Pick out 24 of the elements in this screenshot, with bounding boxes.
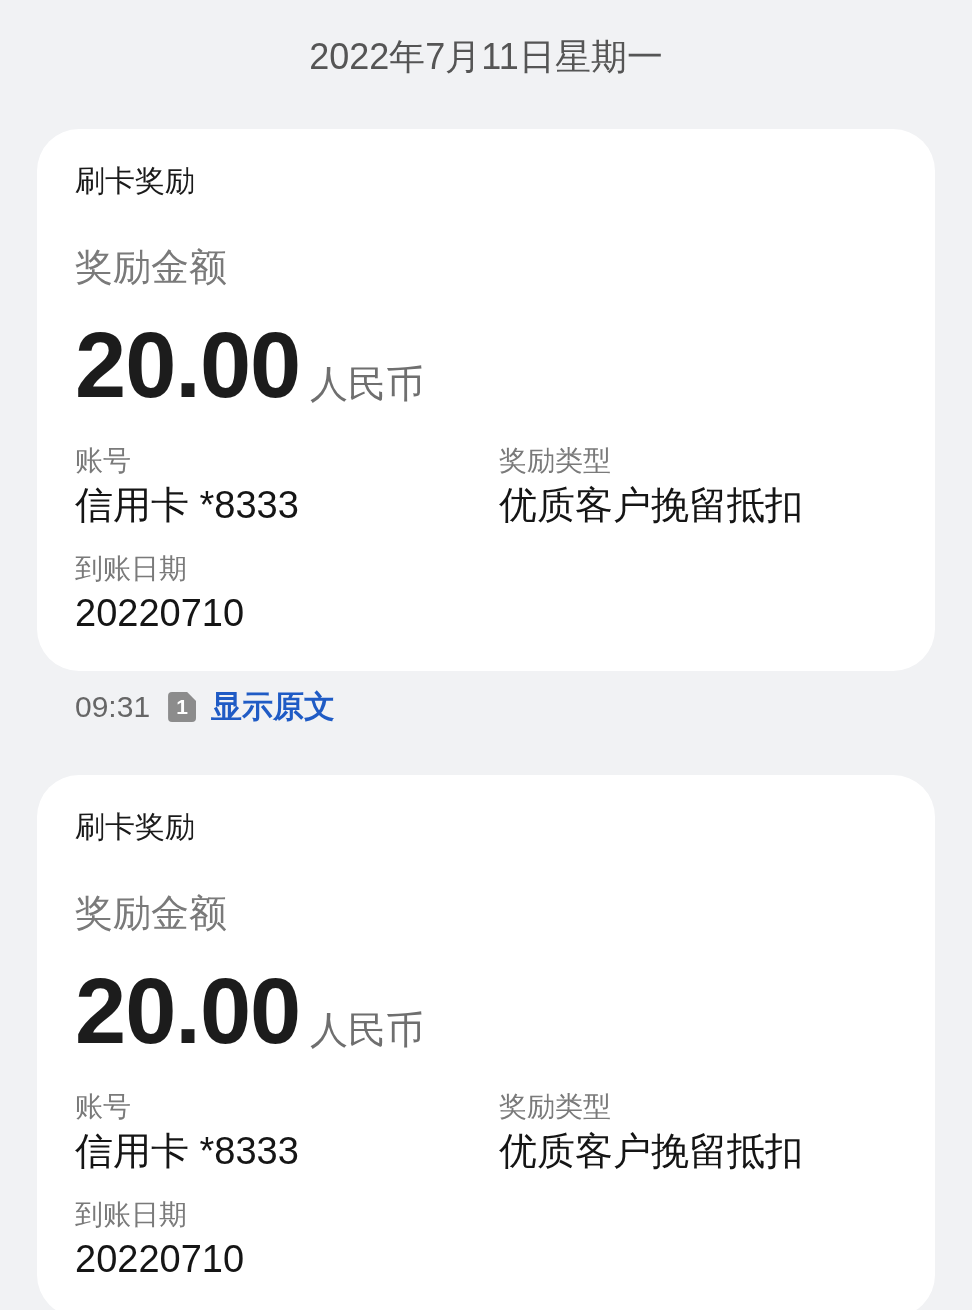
amount-value: 20.00 (75, 315, 301, 415)
field-label: 到账日期 (75, 1198, 187, 1232)
field-value: 信用卡 *8333 (75, 1129, 299, 1174)
message-title: 刷卡奖励 (75, 163, 195, 199)
message-title: 刷卡奖励 (75, 809, 195, 845)
field-value: 20220710 (75, 591, 245, 636)
field-value: 20220710 (75, 1237, 245, 1282)
field-label: 账号 (75, 1090, 131, 1124)
show-original-link[interactable]: 显示原文 (211, 687, 336, 727)
date-header: 2022年7月11日星期一 (309, 35, 663, 79)
field-value: 信用卡 *8333 (75, 483, 299, 528)
field-label: 奖励类型 (499, 1090, 611, 1124)
currency-label: 人民币 (310, 1008, 425, 1053)
currency-label: 人民币 (310, 362, 425, 407)
field-value: 优质客户挽留抵扣 (499, 1129, 803, 1174)
amount-value: 20.00 (75, 961, 301, 1061)
field-value: 优质客户挽留抵扣 (499, 483, 803, 528)
message-time: 09:31 (75, 689, 151, 725)
field-label: 奖励类型 (499, 444, 611, 478)
field-label: 账号 (75, 444, 131, 478)
sim-card-indicator: 1 (168, 692, 197, 722)
amount-label: 奖励金额 (75, 245, 227, 290)
amount-label: 奖励金额 (75, 891, 227, 936)
field-label: 到账日期 (75, 552, 187, 586)
